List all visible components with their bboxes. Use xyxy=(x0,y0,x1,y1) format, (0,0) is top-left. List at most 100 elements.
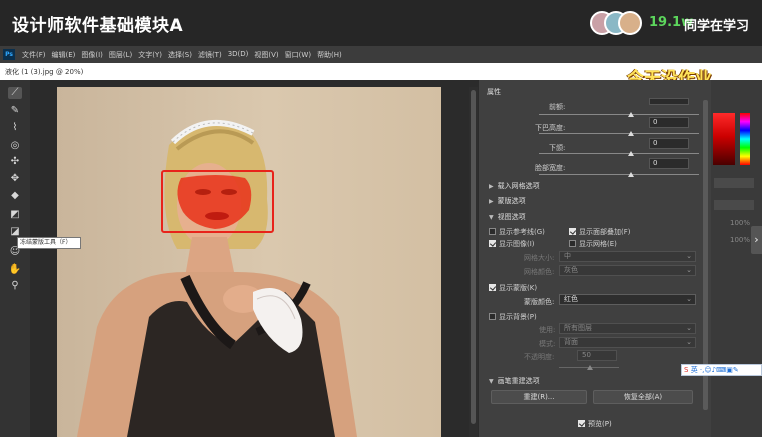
hue-slider[interactable] xyxy=(740,113,750,165)
mesh-color-value: 灰色 xyxy=(564,266,578,274)
checkbox-box xyxy=(489,240,496,247)
chevron-down-icon: ⌄ xyxy=(686,324,692,332)
canvas[interactable] xyxy=(57,87,441,437)
section-mask-options[interactable]: ▶ 蒙版选项 xyxy=(489,196,526,206)
slider-chin-value[interactable]: 0 xyxy=(649,117,689,128)
slider-chin-label: 下巴高度: xyxy=(535,124,566,132)
mask-highlight-box xyxy=(161,170,274,233)
checkbox-preview[interactable]: 预览(P) xyxy=(578,419,612,429)
chevron-down-icon: ⌄ xyxy=(686,295,692,303)
mode-label: 模式: xyxy=(539,340,556,348)
section-brush-reconstruct[interactable]: ▼ 画笔重建选项 xyxy=(489,376,540,386)
collapse-panel-icon[interactable]: › xyxy=(751,226,762,254)
chevron-down-icon: ▼ xyxy=(489,378,494,385)
checkbox-box xyxy=(569,240,576,247)
freeze-mask-icon[interactable]: ◩ xyxy=(8,209,22,221)
push-left-icon[interactable]: ◆ xyxy=(8,190,22,202)
screen: 设计师软件基础模块A 19.1w 同学在学习 Ps 文件(F) 编辑(E) 图像… xyxy=(0,0,762,437)
slider-jaw-value[interactable]: 0 xyxy=(649,138,689,149)
slider-chin-track[interactable] xyxy=(539,133,699,134)
slider-forehead-label: 前额: xyxy=(549,103,566,111)
use-select[interactable]: 所有图层 ⌄ xyxy=(559,323,696,334)
checkbox-box xyxy=(489,228,496,235)
opacity-value: 50 xyxy=(582,351,591,359)
checkbox-show-mesh[interactable]: 显示网格(E) xyxy=(569,239,617,249)
reconstruct-button[interactable]: 重建(R)... xyxy=(491,390,587,404)
smooth-icon[interactable]: ⌇ xyxy=(8,122,22,134)
menu-select[interactable]: 选择(S) xyxy=(168,50,192,60)
mask-color-select[interactable]: 红色 ⌄ xyxy=(559,294,696,305)
mesh-color-label: 网格颜色: xyxy=(524,268,555,276)
use-label: 使用: xyxy=(539,326,556,334)
checkbox-label: 显示面部叠加(F) xyxy=(579,228,631,236)
checkbox-label: 显示蒙版(K) xyxy=(499,284,538,292)
viewer-avatars xyxy=(590,11,644,37)
checkbox-show-backdrop[interactable]: 显示背景(P) xyxy=(489,312,537,322)
checkbox-show-image[interactable]: 显示图像(I) xyxy=(489,239,535,249)
menu-edit[interactable]: 编辑(E) xyxy=(52,50,76,60)
checkbox-label: 显示图像(I) xyxy=(499,240,535,248)
section-load-mesh[interactable]: ▶ 载入网格选项 xyxy=(489,181,540,191)
opacity-knob[interactable] xyxy=(587,365,593,370)
twirl-icon[interactable]: ◎ xyxy=(8,140,22,152)
opacity-label: 不透明度: xyxy=(524,353,555,361)
opacity-input[interactable]: 50 xyxy=(577,350,617,361)
slider-forehead-value[interactable] xyxy=(649,98,689,105)
properties-panel: 属性 前额: 下巴高度: 0 下颌: 0 脸部宽度: 0 ▶ 载入网格选项 ▶ 蒙版… xyxy=(479,80,711,437)
menu-items: 文件(F) 编辑(E) 图像(I) 图层(L) 文字(Y) 选择(S) 滤镜(T… xyxy=(22,50,342,60)
ime-toolbar[interactable]: S 英 ·,☺♪⌨▣✎ xyxy=(681,364,762,376)
menu-layer[interactable]: 图层(L) xyxy=(109,50,132,60)
checkbox-label: 显示背景(P) xyxy=(499,313,537,321)
mesh-color-select[interactable]: 灰色 ⌄ xyxy=(559,265,696,276)
section-view-options[interactable]: ▼ 视图选项 xyxy=(489,212,526,222)
reconstruct-icon[interactable]: ✎ xyxy=(8,105,22,117)
menu-window[interactable]: 窗口(W) xyxy=(285,50,311,60)
photoshop-logo: Ps xyxy=(3,49,15,60)
document-tab[interactable]: 液化 (1 (3).jpg @ 20%) xyxy=(5,67,83,77)
chevron-right-icon: ▶ xyxy=(489,198,494,205)
checkbox-box xyxy=(569,228,576,235)
slider-face-width-label: 脸部宽度: xyxy=(535,164,566,172)
hand-icon[interactable]: ✋ xyxy=(8,264,22,276)
section-view-options-label: 视图选项 xyxy=(497,213,526,221)
slider-chin-knob[interactable] xyxy=(628,131,634,136)
checkbox-show-guides[interactable]: 显示参考线(G) xyxy=(489,227,545,237)
slider-face-width-knob[interactable] xyxy=(628,172,634,177)
slider-forehead-track[interactable] xyxy=(539,114,699,115)
menu-filter[interactable]: 滤镜(T) xyxy=(198,50,222,60)
liquify-toolbar: ⟋ ✎ ⌇ ◎ ✣ ✥ ◆ ◩ ◪ ☺ ✋ ⚲ xyxy=(0,80,30,437)
checkbox-label: 显示参考线(G) xyxy=(499,228,545,236)
menu-type[interactable]: 文字(Y) xyxy=(138,50,162,60)
checkbox-label: 预览(P) xyxy=(588,420,612,428)
slider-face-width-track[interactable] xyxy=(539,174,699,175)
mesh-size-select[interactable]: 中 ⌄ xyxy=(559,251,696,262)
pucker-icon[interactable]: ✣ xyxy=(8,156,22,168)
checkbox-box xyxy=(489,284,496,291)
menu-view[interactable]: 视图(V) xyxy=(254,50,278,60)
menu-help[interactable]: 帮助(H) xyxy=(317,50,342,60)
chevron-down-icon: ⌄ xyxy=(686,338,692,346)
ime-logo-icon: S xyxy=(684,366,689,374)
mode-value: 背面 xyxy=(564,338,578,346)
slider-jaw-knob[interactable] xyxy=(628,151,634,156)
color-picker-field[interactable] xyxy=(713,113,735,165)
mode-select[interactable]: 背面 ⌄ xyxy=(559,337,696,348)
restore-all-button[interactable]: 恢复全部(A) xyxy=(593,390,693,404)
forward-warp-icon[interactable]: ⟋ xyxy=(8,87,22,99)
mesh-size-value: 中 xyxy=(564,252,571,260)
slider-face-width-value[interactable]: 0 xyxy=(649,158,689,169)
bloat-icon[interactable]: ✥ xyxy=(8,173,22,185)
slider-forehead-knob[interactable] xyxy=(628,112,634,117)
menu-3d[interactable]: 3D(D) xyxy=(228,50,249,60)
checkbox-face-overlay[interactable]: 显示面部叠加(F) xyxy=(569,227,631,237)
zoom-icon[interactable]: ⚲ xyxy=(8,280,22,292)
menu-image[interactable]: 图像(I) xyxy=(81,50,103,60)
canvas-scroll-thumb[interactable] xyxy=(471,90,476,424)
menu-file[interactable]: 文件(F) xyxy=(22,50,46,60)
slider-jaw-label: 下颌: xyxy=(549,144,566,152)
viewer-label: 同学在学习 xyxy=(684,19,750,34)
checkbox-show-mask[interactable]: 显示蒙版(K) xyxy=(489,283,537,293)
slider-jaw-track[interactable] xyxy=(539,153,699,154)
menubar: Ps 文件(F) 编辑(E) 图像(I) 图层(L) 文字(Y) 选择(S) 滤… xyxy=(0,46,762,63)
chevron-down-icon: ⌄ xyxy=(686,252,692,260)
